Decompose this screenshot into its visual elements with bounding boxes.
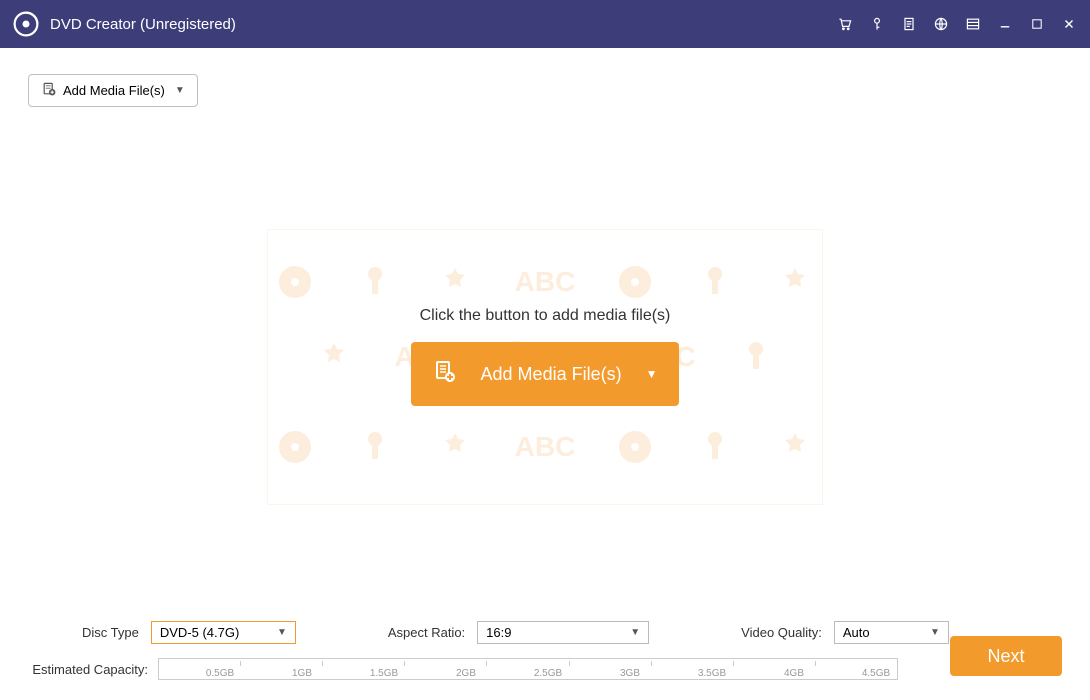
add-media-dropdown-button-small[interactable]: Add Media File(s) ▼ [28,74,198,107]
capacity-tick: 4.5GB [815,668,897,679]
capacity-tick: 3.5GB [651,668,733,679]
document-icon[interactable] [900,15,918,33]
add-file-icon [41,81,57,100]
app-title: DVD Creator (Unregistered) [50,16,236,33]
bottom-settings-bar: Disc Type DVD-5 (4.7G) ▼ Aspect Ratio: 1… [0,621,1090,680]
chevron-down-icon: ▼ [930,627,940,638]
main-drop-area: ABC ABC BC ABC Click the button to add m… [0,107,1090,627]
capacity-label: Estimated Capacity: [28,662,148,677]
add-media-label: Add Media File(s) [481,364,622,385]
chevron-down-icon: ▼ [277,627,287,638]
capacity-tick: 4GB [733,668,815,679]
add-file-icon [433,360,457,389]
key-icon[interactable] [868,15,886,33]
disc-type-label: Disc Type [82,625,139,640]
watermark-row: ABC [275,427,816,467]
titlebar: DVD Creator (Unregistered) [0,0,1090,48]
settings-row: Disc Type DVD-5 (4.7G) ▼ Aspect Ratio: 1… [28,621,1062,644]
video-quality-select[interactable]: Auto ▼ [834,621,949,644]
capacity-tick: 1.5GB [323,668,405,679]
cart-icon[interactable] [836,15,854,33]
titlebar-icons [836,15,1078,33]
chevron-down-icon: ▼ [175,85,185,96]
watermark-row: ABC [275,262,816,302]
toolbar: Add Media File(s) ▼ [0,48,1090,107]
video-quality-value: Auto [843,625,870,640]
capacity-tick: 1GB [241,668,323,679]
capacity-row: Estimated Capacity: 0.5GB 1GB 1.5GB 2GB … [28,658,1062,680]
app-logo-icon [12,10,40,38]
aspect-ratio-value: 16:9 [486,625,511,640]
chevron-down-icon: ▼ [646,367,658,381]
close-icon[interactable] [1060,15,1078,33]
add-media-dropdown-button-big[interactable]: Add Media File(s) ▼ [411,342,679,406]
disc-type-value: DVD-5 (4.7G) [160,625,239,640]
capacity-tick: 3GB [569,668,651,679]
maximize-icon[interactable] [1028,15,1046,33]
instruction-text: Click the button to add media file(s) [420,307,671,325]
chevron-down-icon: ▼ [630,627,640,638]
disc-type-select[interactable]: DVD-5 (4.7G) ▼ [151,621,296,644]
next-button[interactable]: Next [950,636,1062,676]
capacity-tick: 0.5GB [159,668,241,679]
add-media-label: Add Media File(s) [63,83,165,98]
video-quality-label: Video Quality: [741,625,822,640]
capacity-tick: 2GB [405,668,487,679]
globe-icon[interactable] [932,15,950,33]
next-label: Next [987,646,1024,666]
minimize-icon[interactable] [996,15,1014,33]
capacity-tick: 2.5GB [487,668,569,679]
capacity-bar: 0.5GB 1GB 1.5GB 2GB 2.5GB 3GB 3.5GB 4GB … [158,658,898,680]
aspect-ratio-label: Aspect Ratio: [388,625,465,640]
menu-icon[interactable] [964,15,982,33]
aspect-ratio-select[interactable]: 16:9 ▼ [477,621,649,644]
